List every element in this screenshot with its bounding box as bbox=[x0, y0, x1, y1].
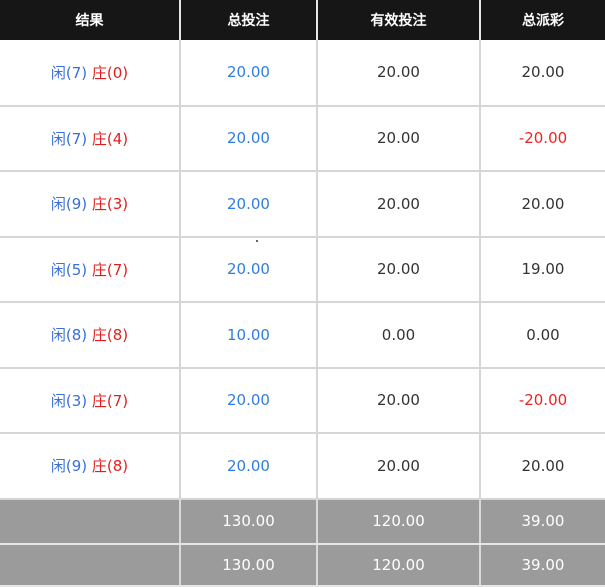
banker-score: (8) bbox=[106, 326, 129, 345]
valid-bet-cell: 20.00 bbox=[317, 105, 481, 172]
result-cell: 闲(7) 庄(0) bbox=[0, 40, 181, 107]
total-bet-cell: 20.00 bbox=[180, 105, 318, 172]
payout-cell: 20.00 bbox=[480, 40, 605, 107]
table-header-row: 结果 总投注 有效投注 总派彩 bbox=[0, 0, 605, 40]
valid-bet-cell: 20.00 bbox=[317, 367, 481, 434]
table-row[interactable]: 闲(7) 庄(0) 20.00 20.00 20.00 bbox=[0, 40, 605, 107]
column-header-total-bet: 总投注 bbox=[180, 0, 318, 40]
player-score: (7) bbox=[65, 129, 88, 148]
column-header-valid-bet: 有效投注 bbox=[317, 0, 481, 40]
valid-bet-sum-cell: 120.00 bbox=[317, 543, 481, 587]
player-label: 闲 bbox=[50, 260, 66, 279]
banker-score: (0) bbox=[106, 63, 129, 82]
total-row: 130.00 120.00 39.00 bbox=[0, 498, 605, 545]
payout-cell: -20.00 bbox=[480, 367, 605, 434]
total-bet-sum-cell: 130.00 bbox=[180, 498, 318, 545]
total-bet-cell: 20.00 bbox=[180, 171, 318, 238]
banker-label: 庄 bbox=[91, 63, 107, 82]
table-row[interactable]: 闲(9) 庄(3) 20.00 20.00 20.00 bbox=[0, 171, 605, 238]
player-label: 闲 bbox=[50, 63, 66, 82]
payout-cell: 19.00 bbox=[480, 236, 605, 303]
banker-score: (3) bbox=[106, 195, 129, 214]
stray-dot-mark bbox=[256, 240, 258, 242]
total-bet-cell: 20.00 bbox=[180, 40, 318, 107]
player-score: (7) bbox=[65, 63, 88, 82]
table-row[interactable]: 闲(5) 庄(7) 20.00 20.00 19.00 bbox=[0, 236, 605, 303]
valid-bet-cell: 0.00 bbox=[317, 302, 481, 369]
total-label-cell bbox=[0, 543, 181, 587]
total-bet-cell: 20.00 bbox=[180, 367, 318, 434]
valid-bet-cell: 20.00 bbox=[317, 171, 481, 238]
player-label: 闲 bbox=[50, 391, 66, 410]
banker-label: 庄 bbox=[91, 260, 107, 279]
payout-cell: -20.00 bbox=[480, 105, 605, 172]
result-cell: 闲(7) 庄(4) bbox=[0, 105, 181, 172]
valid-bet-sum-cell: 120.00 bbox=[317, 498, 481, 545]
banker-label: 庄 bbox=[91, 391, 107, 410]
result-cell: 闲(3) 庄(7) bbox=[0, 367, 181, 434]
banker-score: (7) bbox=[106, 391, 129, 410]
payout-sum-cell: 39.00 bbox=[480, 543, 605, 587]
banker-label: 庄 bbox=[91, 129, 107, 148]
payout-cell: 0.00 bbox=[480, 302, 605, 369]
player-score: (9) bbox=[65, 457, 88, 476]
banker-score: (8) bbox=[106, 457, 129, 476]
result-cell: 闲(9) 庄(3) bbox=[0, 171, 181, 238]
table-row[interactable]: 闲(7) 庄(4) 20.00 20.00 -20.00 bbox=[0, 105, 605, 172]
player-score: (9) bbox=[65, 195, 88, 214]
total-bet-cell: 20.00 bbox=[180, 433, 318, 500]
result-cell: 闲(8) 庄(8) bbox=[0, 302, 181, 369]
valid-bet-cell: 20.00 bbox=[317, 236, 481, 303]
result-cell: 闲(5) 庄(7) bbox=[0, 236, 181, 303]
payout-sum-cell: 39.00 bbox=[480, 498, 605, 545]
table-row[interactable]: 闲(8) 庄(8) 10.00 0.00 0.00 bbox=[0, 302, 605, 369]
table-body: 闲(7) 庄(0) 20.00 20.00 20.00 闲(7) 庄(4) 20.00 20… bbox=[0, 40, 605, 587]
banker-score: (7) bbox=[106, 260, 129, 279]
payout-cell: 20.00 bbox=[480, 433, 605, 500]
total-bet-cell: 10.00 bbox=[180, 302, 318, 369]
column-header-result: 结果 bbox=[0, 0, 181, 40]
player-score: (8) bbox=[65, 326, 88, 345]
player-label: 闲 bbox=[50, 195, 66, 214]
player-label: 闲 bbox=[50, 326, 66, 345]
player-score: (5) bbox=[65, 260, 88, 279]
payout-cell: 20.00 bbox=[480, 171, 605, 238]
table-row[interactable]: 闲(3) 庄(7) 20.00 20.00 -20.00 bbox=[0, 367, 605, 434]
column-header-total-payout: 总派彩 bbox=[480, 0, 605, 40]
total-label-cell bbox=[0, 498, 181, 545]
banker-label: 庄 bbox=[91, 195, 107, 214]
player-label: 闲 bbox=[50, 129, 66, 148]
player-label: 闲 bbox=[50, 457, 66, 476]
result-cell: 闲(9) 庄(8) bbox=[0, 433, 181, 500]
total-bet-cell: 20.00 bbox=[180, 236, 318, 303]
total-row: 130.00 120.00 39.00 bbox=[0, 543, 605, 587]
valid-bet-cell: 20.00 bbox=[317, 433, 481, 500]
banker-label: 庄 bbox=[91, 326, 107, 345]
table-row[interactable]: 闲(9) 庄(8) 20.00 20.00 20.00 bbox=[0, 433, 605, 500]
total-bet-sum-cell: 130.00 bbox=[180, 543, 318, 587]
valid-bet-cell: 20.00 bbox=[317, 40, 481, 107]
banker-score: (4) bbox=[106, 129, 129, 148]
bet-results-table: 结果 总投注 有效投注 总派彩 闲(7) 庄(0) 20.00 20.00 20.00… bbox=[0, 0, 605, 587]
banker-label: 庄 bbox=[91, 457, 107, 476]
player-score: (3) bbox=[65, 391, 88, 410]
